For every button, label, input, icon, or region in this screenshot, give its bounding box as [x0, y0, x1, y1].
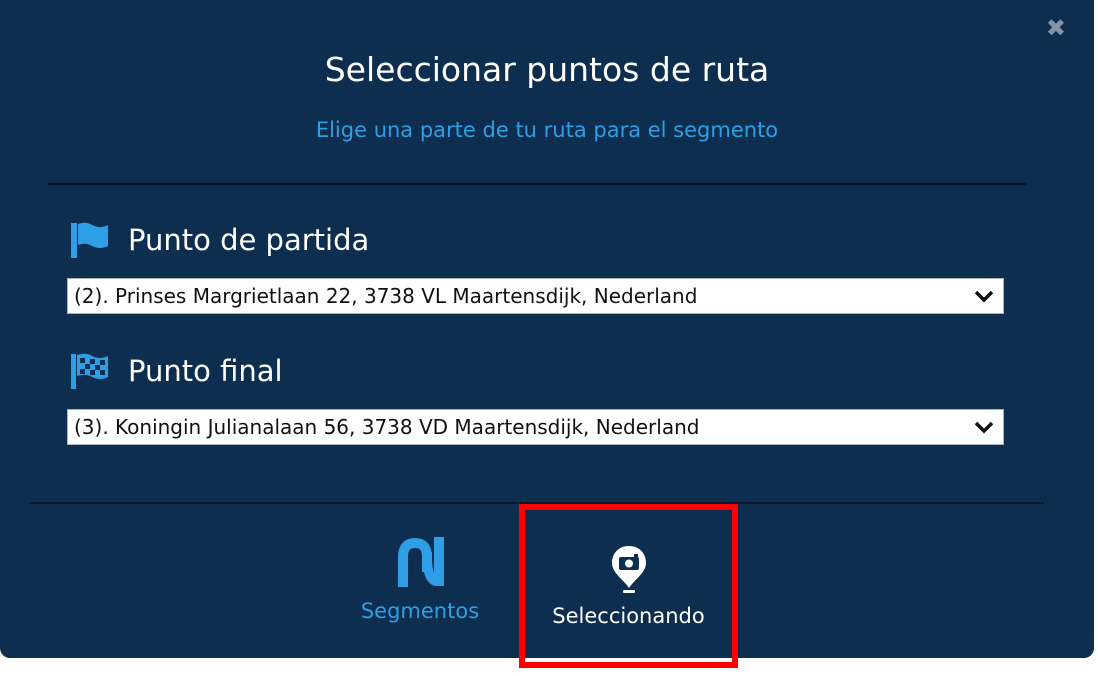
start-point-value: (2). Prinses Margrietlaan 22, 3738 VL Ma… [74, 284, 698, 308]
segments-icon [398, 536, 444, 588]
end-point-select[interactable]: (3). Koningin Julianalaan 56, 3738 VD Ma… [67, 409, 1004, 445]
close-icon[interactable]: ✖ [1046, 14, 1066, 42]
tab-seleccionando-label: Seleccionando [552, 604, 705, 628]
start-point-select[interactable]: (2). Prinses Margrietlaan 22, 3738 VL Ma… [67, 278, 1004, 314]
start-point-heading: Punto de partida [70, 221, 369, 259]
flag-icon [71, 222, 108, 258]
end-point-label: Punto final [128, 354, 283, 388]
chevron-down-icon [974, 421, 994, 434]
tab-seleccionando[interactable]: Seleccionando [519, 504, 738, 668]
chevron-down-icon [974, 290, 994, 303]
tab-segmentos-label: Segmentos [360, 599, 480, 623]
modal-title: Seleccionar puntos de ruta [324, 50, 770, 89]
route-points-modal: ✖ Seleccionar puntos de ruta Elige una p… [0, 0, 1094, 668]
modal-subtitle: Elige una parte de tu ruta para el segme… [315, 118, 779, 142]
top-divider [47, 183, 1026, 185]
start-point-label: Punto de partida [128, 223, 370, 257]
camera-pin-icon [611, 546, 646, 593]
end-point-value: (3). Koningin Julianalaan 56, 3738 VD Ma… [74, 415, 700, 439]
checkered-flag-icon [71, 353, 108, 389]
tab-segmentos[interactable]: Segmentos [345, 536, 495, 623]
end-point-heading: Punto final [70, 352, 283, 390]
